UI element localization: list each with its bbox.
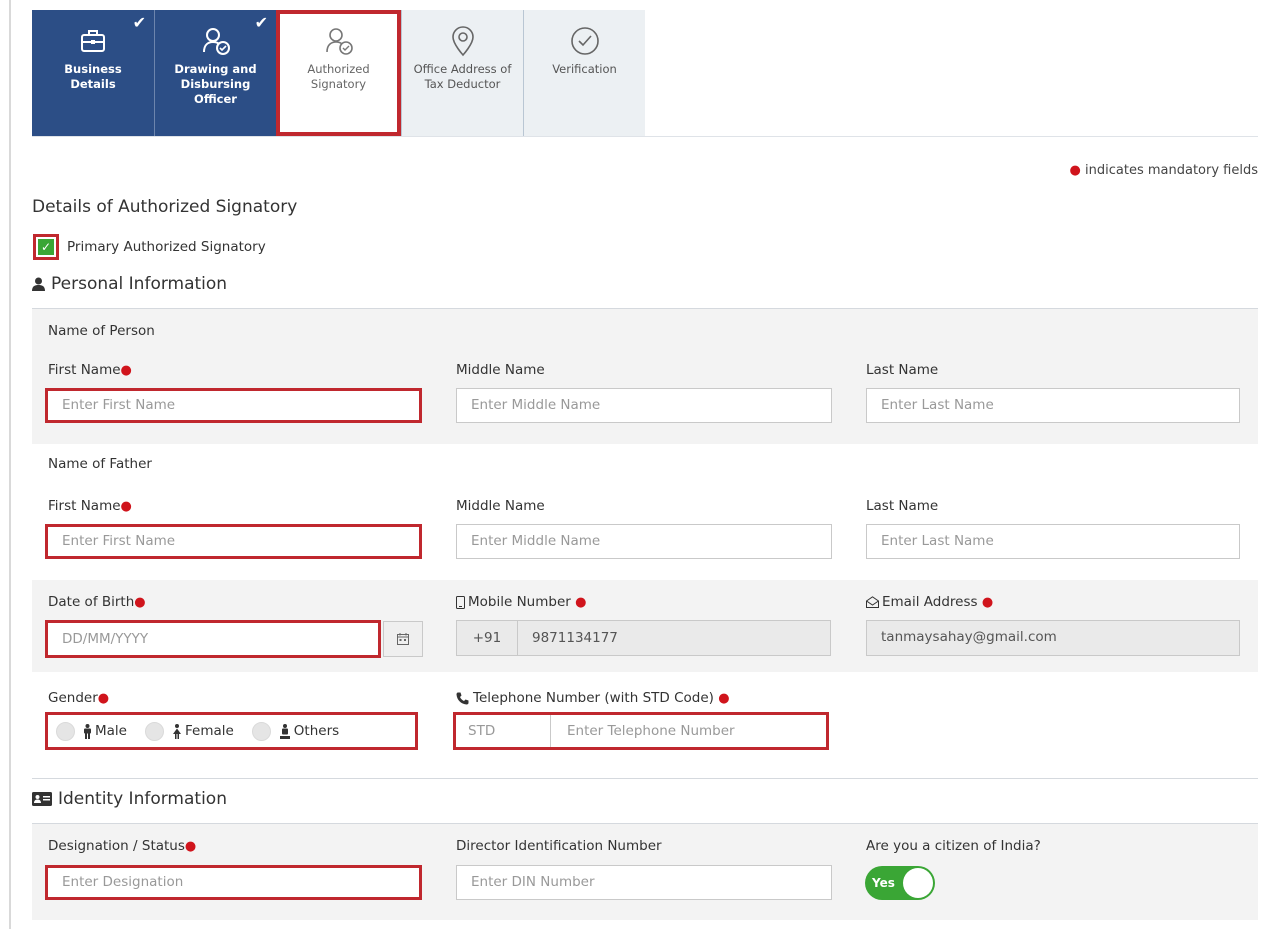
- gender-label: Gender●: [48, 690, 110, 706]
- designation-label: Designation / Status●: [48, 838, 197, 854]
- tab-business-details[interactable]: ✔ Business Details: [32, 10, 154, 136]
- tab-drawing-disbursing-officer[interactable]: ✔ Drawing and Disbursing Officer: [154, 10, 276, 136]
- user-icon: [32, 277, 45, 291]
- signatory-icon: [325, 28, 353, 55]
- completed-check-icon: ✔: [132, 13, 146, 32]
- female-icon: [172, 723, 181, 739]
- personal-info-heading: Personal Information: [32, 274, 227, 294]
- tab-label: Verification: [552, 62, 617, 76]
- email-label: Email Address ●: [866, 594, 993, 610]
- tab-label: Business Details: [64, 62, 122, 91]
- father-last-name-label: Last Name: [866, 498, 939, 514]
- person-last-name-label: Last Name: [866, 362, 939, 378]
- dob-label: Date of Birth●: [48, 594, 146, 610]
- person-name-heading: Name of Person: [48, 323, 155, 339]
- gender-radio-group: Male Female Others: [45, 712, 418, 750]
- calendar-button[interactable]: [383, 621, 423, 657]
- mobile-phone-icon: [456, 595, 465, 609]
- father-middle-name-input[interactable]: Enter Middle Name: [456, 524, 832, 559]
- father-first-name-input[interactable]: Enter First Name: [45, 524, 422, 559]
- primary-signatory-checkbox[interactable]: ✓: [33, 234, 59, 260]
- officer-icon: [202, 28, 230, 55]
- envelope-icon: [866, 596, 879, 608]
- tab-authorized-signatory[interactable]: Authorized Signatory: [276, 10, 401, 136]
- father-name-heading: Name of Father: [48, 456, 152, 472]
- divider: [32, 778, 1258, 779]
- radio-button[interactable]: [144, 721, 164, 741]
- person-middle-name-input[interactable]: Enter Middle Name: [456, 388, 832, 423]
- personal-info-title: Personal Information: [51, 274, 228, 294]
- section-title: Details of Authorized Signatory: [32, 197, 298, 217]
- std-code-input[interactable]: STD: [456, 715, 551, 747]
- toggle-knob: [903, 868, 933, 898]
- din-label: Director Identification Number: [456, 838, 662, 854]
- briefcase-icon: [81, 30, 105, 52]
- left-border: [9, 0, 11, 929]
- location-pin-icon: [451, 26, 474, 57]
- telephone-number-input[interactable]: Enter Telephone Number: [551, 715, 826, 747]
- identity-info-title: Identity Information: [58, 789, 227, 809]
- person-middle-name-label: Middle Name: [456, 362, 545, 378]
- mandatory-dot-icon: ●: [1069, 163, 1081, 178]
- mobile-country-code: +91: [456, 620, 518, 656]
- gender-male-label: Male: [95, 723, 127, 739]
- id-card-icon: [32, 792, 52, 806]
- mobile-label: Mobile Number ●: [456, 594, 586, 610]
- mandatory-note-text: indicates mandatory fields: [1085, 163, 1258, 178]
- gender-female-option[interactable]: Female: [144, 721, 234, 741]
- gender-others-label: Others: [293, 723, 340, 739]
- gender-female-label: Female: [184, 723, 234, 739]
- mobile-number-field: 9871134177: [517, 620, 831, 656]
- citizen-label: Are you a citizen of India?: [866, 838, 1041, 854]
- male-icon: [84, 723, 91, 739]
- gender-male-option[interactable]: Male: [56, 721, 127, 741]
- designation-input[interactable]: Enter Designation: [45, 865, 422, 900]
- email-field: tanmaysahay@gmail.com: [866, 620, 1240, 656]
- tabs-divider: [32, 136, 1258, 137]
- tab-label: Office Address of Tax Deductor: [413, 62, 512, 91]
- radio-button[interactable]: [56, 721, 75, 741]
- din-input[interactable]: Enter DIN Number: [456, 865, 832, 900]
- primary-signatory-row: ✓ Primary Authorized Signatory: [33, 234, 266, 260]
- father-last-name-input[interactable]: Enter Last Name: [866, 524, 1240, 559]
- others-person-icon: [279, 723, 290, 739]
- person-first-name-label: First Name●: [48, 362, 132, 378]
- telephone-input-group: STD Enter Telephone Number: [453, 712, 829, 750]
- telephone-icon: [456, 692, 469, 704]
- telephone-label: Telephone Number (with STD Code) ●: [456, 690, 730, 706]
- wizard-tabs: ✔ Business Details ✔ Drawing and Disburs…: [32, 10, 645, 136]
- toggle-label: Yes: [872, 876, 895, 890]
- primary-signatory-label: Primary Authorized Signatory: [67, 239, 266, 255]
- tab-verification[interactable]: Verification: [523, 10, 645, 136]
- person-name-band: [32, 309, 1258, 444]
- calendar-icon: [397, 633, 409, 645]
- person-first-name-input[interactable]: Enter First Name: [45, 388, 422, 423]
- identity-info-heading: Identity Information: [32, 789, 227, 809]
- person-last-name-input[interactable]: Enter Last Name: [866, 388, 1240, 423]
- tab-office-address[interactable]: Office Address of Tax Deductor: [401, 10, 523, 136]
- mandatory-note: ● indicates mandatory fields: [1070, 163, 1258, 178]
- gender-others-option[interactable]: Others: [251, 721, 340, 741]
- father-first-name-label: First Name●: [48, 498, 132, 514]
- citizen-toggle[interactable]: Yes: [865, 866, 935, 900]
- tab-label: Authorized Signatory: [307, 62, 370, 91]
- tab-label: Drawing and Disbursing Officer: [174, 62, 257, 106]
- father-middle-name-label: Middle Name: [456, 498, 545, 514]
- check-circle-icon: [570, 27, 599, 55]
- checkmark-icon: ✓: [38, 239, 54, 255]
- radio-button[interactable]: [251, 721, 271, 741]
- completed-check-icon: ✔: [254, 13, 268, 32]
- dob-input[interactable]: DD/MM/YYYY: [45, 620, 381, 658]
